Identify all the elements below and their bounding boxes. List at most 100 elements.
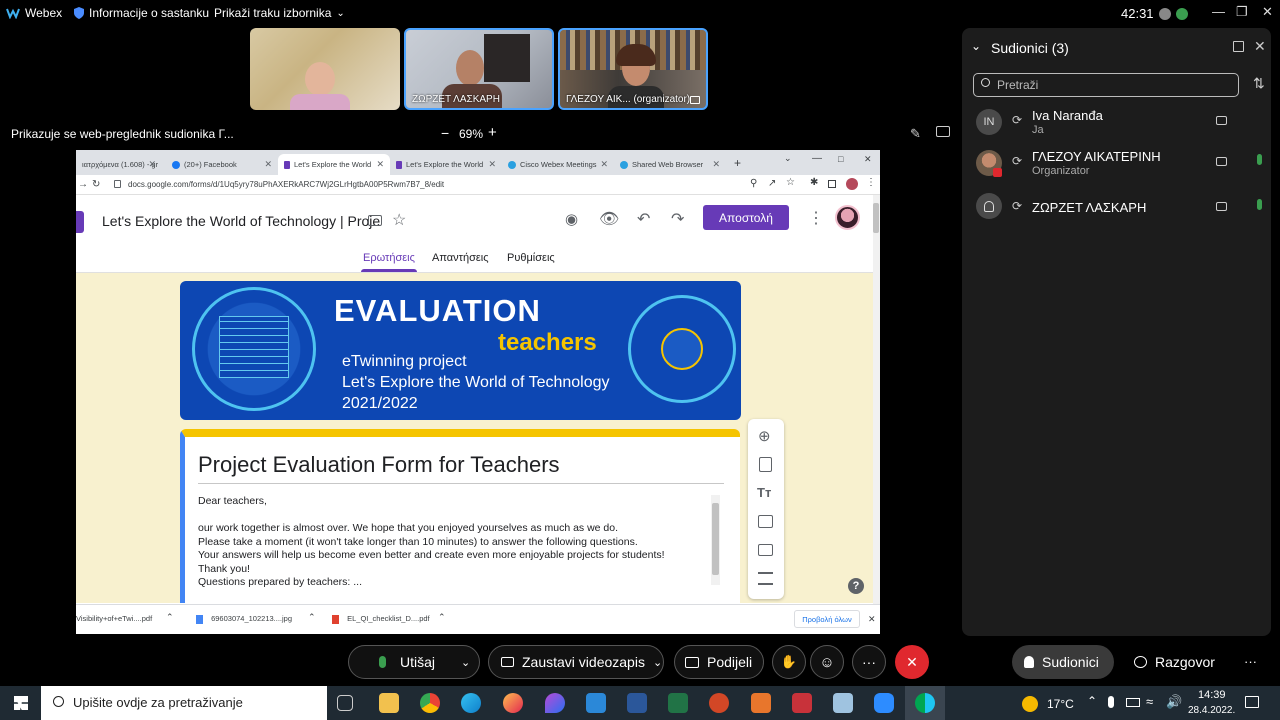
photos-icon[interactable] [586, 693, 606, 713]
close-tab-icon[interactable]: ✕ [148, 159, 156, 170]
participant-row[interactable]: IN ⟳ Iva Naranđa Ja [976, 105, 1266, 141]
tray-mic-icon[interactable] [1108, 696, 1114, 708]
profile-avatar[interactable] [846, 178, 858, 190]
add-section-icon[interactable] [758, 572, 773, 585]
camera-icon[interactable] [1216, 202, 1227, 211]
browser-close-icon[interactable]: ✕ [864, 154, 872, 165]
webex-app-icon[interactable] [915, 693, 935, 713]
extensions-icon[interactable]: ✱ [810, 177, 818, 188]
add-title-icon[interactable]: Tт [757, 485, 771, 500]
mute-options-chevron-icon[interactable]: ⌄ [461, 656, 470, 669]
collapse-panel-icon[interactable]: ⌄ [971, 39, 981, 53]
word-icon[interactable] [627, 693, 647, 713]
card-title[interactable]: Project Evaluation Form for Teachers [198, 452, 560, 478]
windows-start-icon[interactable] [14, 696, 28, 710]
reload-icon[interactable]: ↻ [92, 179, 100, 190]
leave-meeting-button[interactable]: ✕ [895, 645, 929, 679]
tab-settings[interactable]: Ρυθμίσεις [507, 252, 555, 264]
tab-responses[interactable]: Απαντήσεις [432, 252, 489, 264]
restore-icon[interactable]: ❐ [1236, 4, 1248, 20]
close-window-icon[interactable]: ✕ [1262, 4, 1273, 20]
wifi-icon[interactable]: ≈ [1146, 694, 1153, 709]
file-explorer-icon[interactable] [379, 693, 399, 713]
show-menu-button[interactable]: Prikaži traku izbornika ⌄ [214, 6, 345, 20]
participant-row[interactable]: ⟳ ΖΩΡΖΕΤ ΛΑΣΚΑΡΗ [976, 189, 1266, 225]
video-tile-active-speaker[interactable]: ΖΩΡΖΕΤ ΛΑΣΚΑΡΗ [404, 28, 554, 110]
pop-out-icon[interactable] [1233, 41, 1244, 52]
download-item[interactable]: Visibility+of+eTwi....pdf [76, 614, 180, 623]
close-tab-icon[interactable]: ✕ [712, 159, 720, 170]
page-scrollbar[interactable] [873, 195, 880, 604]
close-tab-icon[interactable]: ✕ [600, 159, 608, 170]
more-options-button[interactable]: ··· [852, 645, 886, 679]
import-questions-icon[interactable] [759, 457, 772, 472]
download-item[interactable]: 69603074_102213....jpg [196, 614, 292, 624]
participants-toggle-button[interactable]: Sudionici [1012, 645, 1114, 679]
download-chevron-icon[interactable]: ⌃ [166, 612, 174, 623]
annotate-icon[interactable]: ✎ [910, 126, 921, 142]
powerpoint-icon[interactable] [709, 693, 729, 713]
raise-hand-button[interactable]: ✋ [772, 645, 806, 679]
palette-icon[interactable]: ◉ [565, 210, 578, 228]
side-panel-icon[interactable] [828, 180, 836, 188]
page-scrollbar-thumb[interactable] [873, 203, 879, 233]
tray-chevron-icon[interactable]: ⌃ [1087, 694, 1097, 708]
help-icon[interactable]: ? [848, 578, 864, 594]
video-options-chevron-icon[interactable]: ⌄ [653, 656, 662, 669]
participant-row[interactable]: ⟳ ΓΛΕΖΟΥ ΑΙΚΑΤΕΡΙΝΗ Organizator [976, 146, 1266, 182]
camera-icon[interactable] [1216, 116, 1227, 125]
close-downloads-icon[interactable]: ✕ [868, 614, 876, 625]
sort-icon[interactable]: ⇅ [1253, 75, 1265, 92]
star-icon[interactable]: ☆ [392, 210, 406, 230]
add-question-icon[interactable]: ⊕ [758, 427, 771, 445]
new-tab-icon[interactable]: + [734, 156, 741, 170]
edge-icon[interactable] [461, 693, 481, 713]
browser-tab-active[interactable]: Let's Explore the World ✕ [278, 154, 390, 175]
close-panel-icon[interactable]: ✕ [1254, 38, 1266, 55]
form-description[interactable]: Dear teachers, our work together is almo… [198, 495, 708, 590]
address-bar[interactable]: → ↻ docs.google.com/forms/d/1Uq5yry78uPh… [76, 175, 880, 195]
close-tab-icon[interactable]: ✕ [488, 159, 496, 170]
add-image-icon[interactable] [758, 515, 773, 528]
browser-minimize-icon[interactable]: — [812, 153, 822, 164]
battery-icon[interactable] [1126, 698, 1140, 707]
reactions-button[interactable]: ☺ [810, 645, 844, 679]
description-scrollbar[interactable] [711, 495, 720, 585]
firefox-icon[interactable] [503, 693, 523, 713]
zoom-app-icon[interactable] [874, 693, 894, 713]
tab-questions[interactable]: Ερωτήσεις [363, 252, 415, 264]
more-panels-icon[interactable]: ··· [1244, 654, 1257, 669]
camera-icon[interactable] [1216, 157, 1227, 166]
zoom-out-button[interactable]: − [441, 125, 449, 141]
add-video-icon[interactable] [758, 544, 773, 556]
browser-tab[interactable]: Let's Explore the World ✕ [390, 154, 502, 175]
forward-icon[interactable]: → [78, 179, 88, 190]
task-view-icon[interactable] [337, 695, 353, 711]
send-button[interactable]: Αποστολή [703, 205, 789, 230]
excel-icon[interactable] [668, 693, 688, 713]
chrome-icon[interactable] [420, 693, 440, 713]
taskbar-search-box[interactable]: Upišite ovdje za pretraživanje [41, 686, 327, 720]
chat-toggle-button[interactable]: Razgovor [1134, 654, 1215, 670]
remote-control-icon[interactable] [936, 126, 950, 137]
form-title-card[interactable]: Project Evaluation Form for Teachers Dea… [180, 429, 740, 603]
clock-date[interactable]: 28.4.2022. [1188, 705, 1235, 716]
account-avatar[interactable] [835, 205, 860, 230]
share-page-icon[interactable]: ↗ [768, 178, 776, 189]
scrollbar-thumb[interactable] [712, 503, 719, 575]
browser-tab[interactable]: Cisco Webex Meetings ✕ [502, 154, 614, 175]
minimize-icon[interactable]: — [1212, 4, 1225, 19]
folder-icon[interactable] [368, 215, 382, 226]
close-tab-icon[interactable]: ✕ [376, 159, 384, 170]
bookmark-star-icon[interactable]: ☆ [786, 177, 795, 188]
zoom-icon[interactable]: ⚲ [750, 178, 757, 189]
video-tile[interactable] [250, 28, 400, 110]
clock-time[interactable]: 14:39 [1198, 689, 1226, 701]
microphone-active-icon[interactable] [1257, 154, 1262, 165]
show-all-downloads-button[interactable]: Προβολή όλων [794, 610, 860, 628]
microphone-icon[interactable] [379, 656, 386, 668]
video-camera-icon[interactable] [501, 657, 514, 667]
meeting-info-button[interactable]: Informacije o sastanku [74, 6, 209, 20]
app-blue-icon[interactable] [833, 693, 853, 713]
tab-search-icon[interactable]: ⌄ [784, 153, 792, 164]
